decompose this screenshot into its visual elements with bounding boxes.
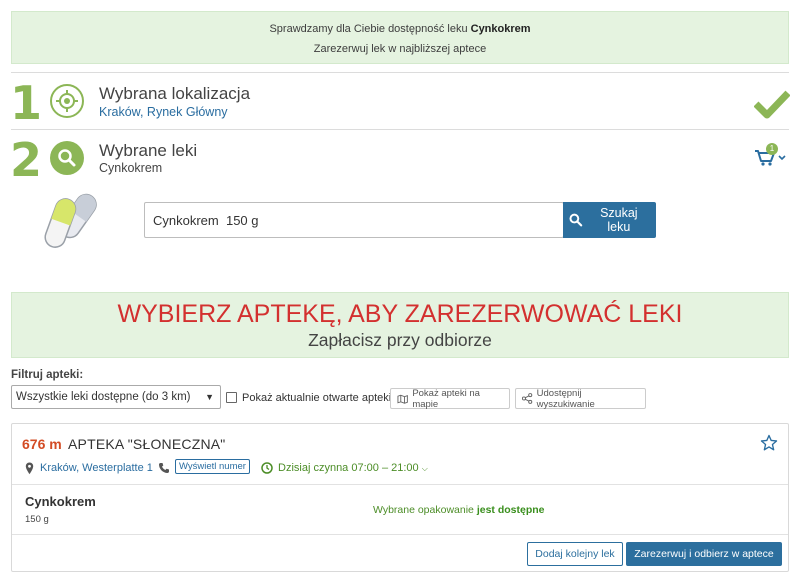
show-map-button[interactable]: Pokaż apteki na mapie xyxy=(390,387,510,410)
divider xyxy=(11,129,789,130)
step-2-title: Wybrane leki xyxy=(99,141,198,160)
drug-size: 150 g xyxy=(25,514,49,525)
checkmark-icon xyxy=(753,89,791,124)
step-1-title: Wybrana lokalizacja xyxy=(99,84,251,103)
cta-headline: WYBIERZ APTEKĘ, ABY ZAREZERWOWAĆ LEKI xyxy=(117,300,683,328)
chevron-down-icon: ⌵ xyxy=(421,464,428,473)
availability-status: Wybrane opakowanie jest dostępne xyxy=(373,504,545,516)
step-2-number: 2 xyxy=(10,133,43,187)
opening-hours[interactable]: Dzisiaj czynna 07:00 – 21:00 ⌵ xyxy=(278,462,428,474)
card-divider xyxy=(12,534,788,535)
filter-select-value: Wszystkie leki dostępne (do 3 km) xyxy=(16,391,191,403)
filter-label: Filtruj apteki: xyxy=(11,369,84,381)
divider xyxy=(11,72,789,73)
pills-illustration xyxy=(40,188,98,255)
step-2-drug: Cynkokrem xyxy=(99,161,163,175)
cta-subline: Zapłacisz przy odbiorze xyxy=(308,330,492,350)
clock-icon xyxy=(261,462,273,474)
step-1-location[interactable]: Kraków, Rynek Główny xyxy=(99,105,228,119)
card-divider xyxy=(12,484,788,485)
open-now-checkbox[interactable] xyxy=(226,392,237,403)
pharmacy-address[interactable]: Kraków, Westerplatte 1 xyxy=(40,462,153,474)
cart-button[interactable]: 1 xyxy=(754,143,790,167)
caret-down-icon: ▼ xyxy=(205,392,214,402)
add-drug-button[interactable]: Dodaj kolejny lek xyxy=(527,542,623,566)
pharmacy-name[interactable]: APTEKA "SŁONECZNA" xyxy=(68,436,225,452)
favorite-star-icon[interactable] xyxy=(760,434,778,457)
banner-line-1: Sprawdzamy dla Ciebie dostępność leku Cy… xyxy=(269,23,531,35)
show-phone-button[interactable]: Wyświetl numer xyxy=(175,459,250,474)
open-now-label[interactable]: Pokaż aktualnie otwarte apteki xyxy=(242,392,391,404)
search-button-label: Szukaj leku xyxy=(600,206,638,234)
show-map-label: Pokaż apteki na mapie xyxy=(412,387,480,410)
location-pin-icon xyxy=(25,462,34,475)
step-1-number: 1 xyxy=(10,76,43,130)
banner-line-2: Zarezerwuj lek w najbliższej aptece xyxy=(313,43,487,55)
map-icon xyxy=(397,394,408,404)
share-icon xyxy=(522,393,533,404)
search-icon xyxy=(50,141,84,175)
cart-count-badge: 1 xyxy=(766,143,778,155)
drug-name: Cynkokrem xyxy=(25,494,96,509)
share-search-label: Udostępnij wyszukiwanie xyxy=(536,387,595,410)
search-button[interactable]: Szukaj leku xyxy=(563,202,656,238)
pharmacy-distance: 676 m xyxy=(22,436,62,452)
reserve-button[interactable]: Zarezerwuj i odbierz w aptece xyxy=(626,542,782,566)
banner-drug-name: Cynkokrem xyxy=(470,23,531,35)
search-icon xyxy=(569,213,583,227)
filter-select[interactable]: Wszystkie leki dostępne (do 3 km) ▼ xyxy=(11,385,221,409)
phone-icon xyxy=(159,463,169,473)
drug-search-input[interactable] xyxy=(144,202,564,238)
crosshair-icon xyxy=(50,84,84,118)
availability-banner: Sprawdzamy dla Ciebie dostępność leku Cy… xyxy=(11,11,789,64)
share-search-button[interactable]: Udostępnij wyszukiwanie xyxy=(515,387,646,410)
choose-pharmacy-banner: WYBIERZ APTEKĘ, ABY ZAREZERWOWAĆ LEKI Za… xyxy=(11,292,789,358)
pharmacy-card: 676 m APTEKA "SŁONECZNA" Kraków, Westerp… xyxy=(11,423,789,572)
